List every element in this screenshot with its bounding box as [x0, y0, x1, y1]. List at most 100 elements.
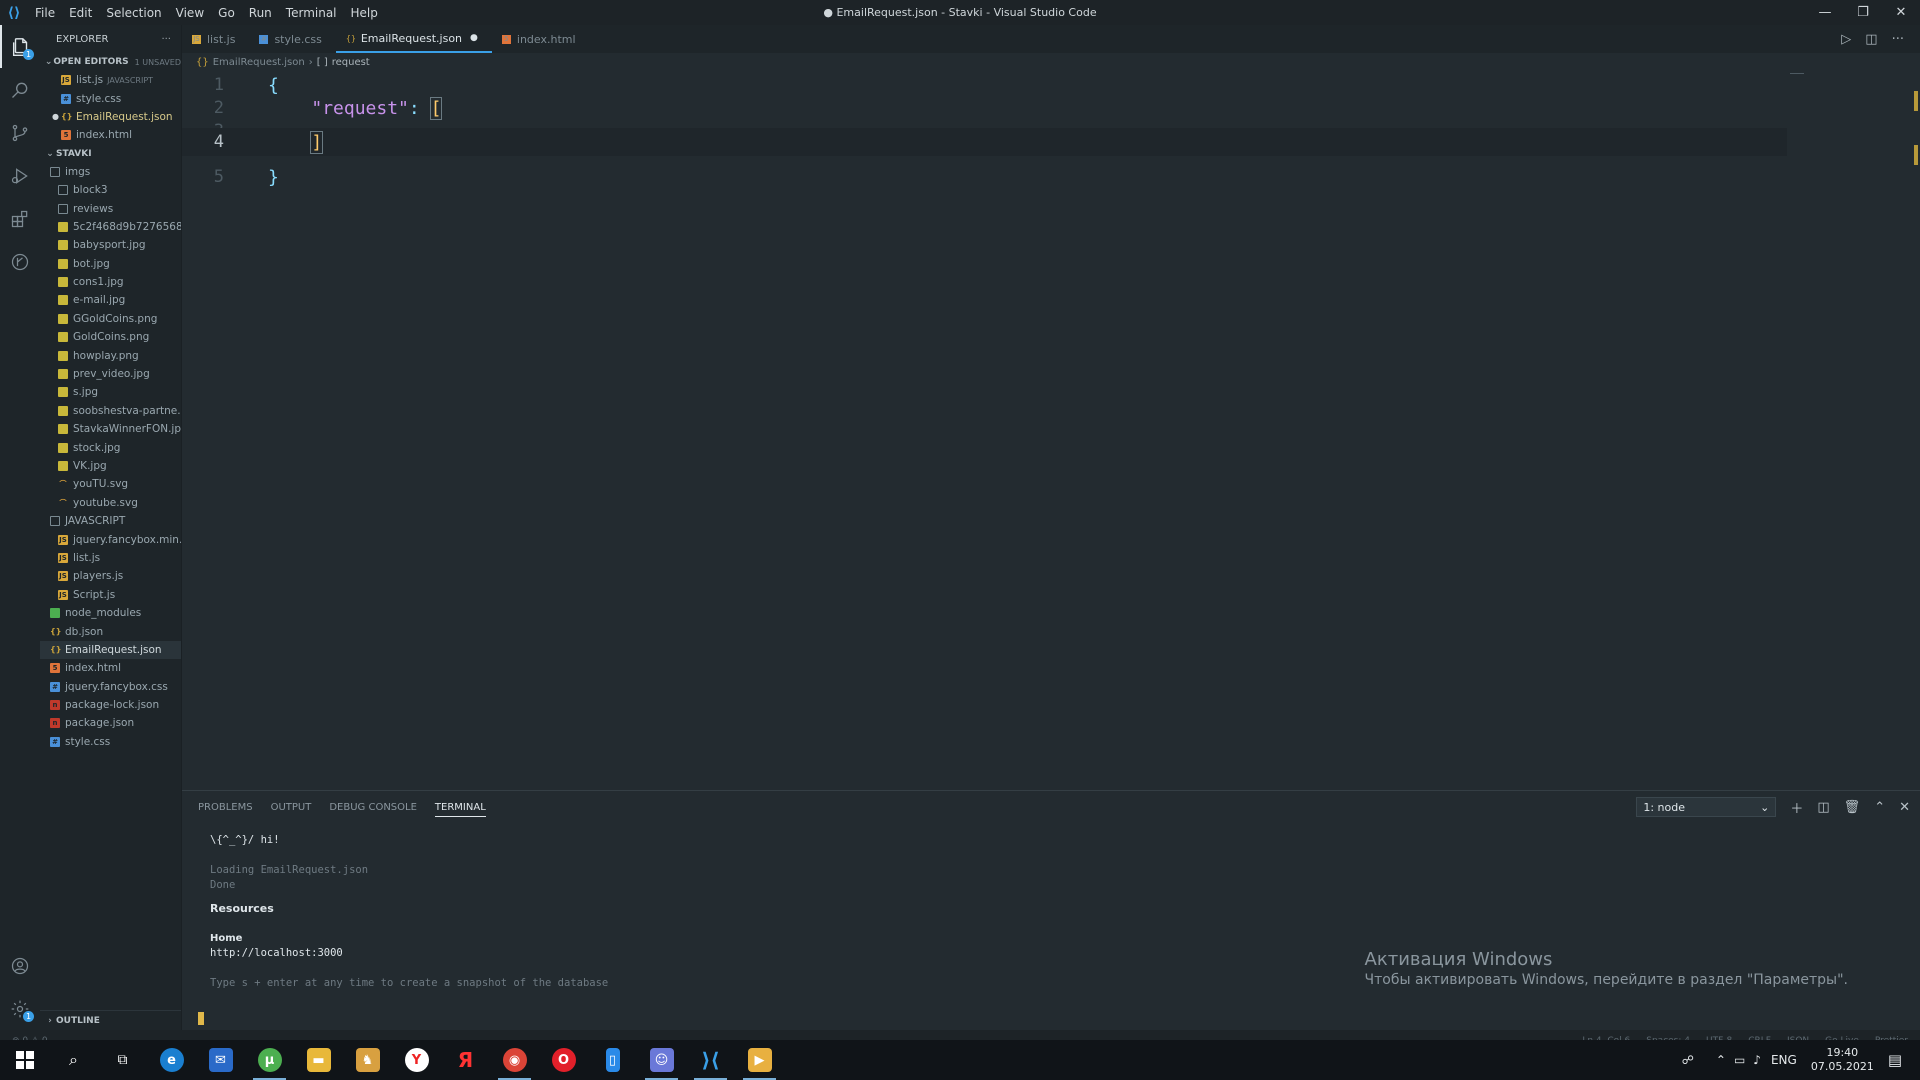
discord-icon[interactable]: ☺: [637, 1040, 686, 1080]
file-tree-item[interactable]: 5 index.html: [40, 659, 181, 677]
file-tree-item[interactable]: JS Script.js: [40, 586, 181, 604]
file-tree-item[interactable]: node_modules: [40, 604, 181, 622]
run-icon[interactable]: ▷: [1841, 32, 1851, 47]
network-icon[interactable]: ▭: [1734, 1053, 1745, 1067]
minimap[interactable]: [1790, 71, 1900, 81]
yandex-browser-icon[interactable]: Я: [441, 1040, 490, 1080]
search-icon[interactable]: [0, 68, 40, 111]
extensions-icon[interactable]: [0, 197, 40, 240]
file-tree-item[interactable]: soobshestva-partne...: [40, 402, 181, 420]
file-tree-item[interactable]: n package-lock.json: [40, 696, 181, 714]
trash-icon[interactable]: 🗑: [1844, 800, 1861, 815]
file-tree-item[interactable]: GoldCoins.png: [40, 328, 181, 346]
tab-debug-console[interactable]: DEBUG CONSOLE: [329, 802, 417, 813]
file-tree-item[interactable]: GGoldCoins.png: [40, 310, 181, 328]
menu-run[interactable]: Run: [242, 6, 279, 20]
task-view-icon[interactable]: ⧉: [98, 1040, 147, 1080]
file-tree-item[interactable]: n package.json: [40, 714, 181, 732]
file-tree-item[interactable]: JS jquery.fancybox.min.js: [40, 530, 181, 548]
open-editor-item[interactable]: ●{} EmailRequest.json: [40, 108, 181, 126]
run-debug-icon[interactable]: [0, 154, 40, 197]
menu-terminal[interactable]: Terminal: [279, 6, 344, 20]
file-tree-item[interactable]: cons1.jpg: [40, 273, 181, 291]
file-tree-item[interactable]: block3: [40, 181, 181, 199]
outline-header[interactable]: › OUTLINE: [40, 1011, 181, 1030]
file-tree-item[interactable]: reviews: [40, 199, 181, 217]
mail-icon[interactable]: ✉: [196, 1040, 245, 1080]
editor-tab[interactable]: JS list.js: [182, 25, 249, 53]
open-editors-header[interactable]: ⌄ OPEN EDITORS 1 UNSAVED: [40, 53, 181, 71]
menu-go[interactable]: Go: [211, 6, 242, 20]
more-actions-icon[interactable]: ···: [1892, 32, 1904, 47]
tab-terminal[interactable]: TERMINAL: [434, 798, 486, 817]
menu-edit[interactable]: Edit: [62, 6, 99, 20]
search-icon[interactable]: ⌕: [49, 1040, 98, 1080]
file-tree-item[interactable]: {} EmailRequest.json: [40, 640, 181, 660]
file-tree-item[interactable]: prev_video.jpg: [40, 365, 181, 383]
settings-gear-icon[interactable]: 1: [0, 987, 40, 1030]
source-control-icon[interactable]: [0, 111, 40, 154]
file-tree-item[interactable]: JAVASCRIPT: [40, 512, 181, 530]
opera-icon[interactable]: O: [539, 1040, 588, 1080]
file-tree-item[interactable]: stock.jpg: [40, 438, 181, 456]
file-tree-item[interactable]: JS list.js: [40, 549, 181, 567]
chrome-icon[interactable]: ◉: [490, 1040, 539, 1080]
editor-tab[interactable]: 5 index.html: [492, 25, 590, 53]
file-tree-item[interactable]: imgs: [40, 163, 181, 181]
outline-section[interactable]: › OUTLINE: [40, 1010, 181, 1030]
file-tree-item[interactable]: # jquery.fancybox.css: [40, 678, 181, 696]
file-tree-item[interactable]: ⌒ youtube.svg: [40, 494, 181, 512]
minimize-icon[interactable]: —: [1806, 0, 1844, 25]
account-icon[interactable]: [0, 944, 40, 987]
open-editor-item[interactable]: JS list.js JAVASCRIPT: [40, 71, 181, 89]
people-icon[interactable]: ☍: [1682, 1053, 1694, 1067]
split-editor-icon[interactable]: ◫: [1865, 32, 1877, 47]
chevron-up-icon[interactable]: ⌃: [1716, 1053, 1726, 1067]
vscode-taskbar-icon[interactable]: ⟩⟨: [686, 1040, 735, 1080]
clock[interactable]: 19:40 07.05.2021: [1811, 1046, 1874, 1074]
project-header[interactable]: ⌄ STAVKI: [40, 145, 181, 163]
file-tree-item[interactable]: VK.jpg: [40, 457, 181, 475]
volume-icon[interactable]: ♪: [1753, 1053, 1761, 1067]
explorer-icon[interactable]: 1: [0, 25, 40, 68]
file-tree-item[interactable]: ⌒ youTU.svg: [40, 475, 181, 493]
terminal-home-url[interactable]: http://localhost:3000: [210, 946, 608, 961]
edge-browser-icon[interactable]: e: [147, 1040, 196, 1080]
file-tree-item[interactable]: howplay.png: [40, 346, 181, 364]
more-actions-icon[interactable]: ···: [161, 34, 171, 45]
windows-start-icon[interactable]: [0, 1040, 49, 1080]
file-explorer-icon[interactable]: ▬: [294, 1040, 343, 1080]
file-tree-item[interactable]: e-mail.jpg: [40, 291, 181, 309]
file-tree-item[interactable]: StavkaWinnerFON.jpg: [40, 420, 181, 438]
yandex-icon[interactable]: Y: [392, 1040, 441, 1080]
open-editor-item[interactable]: 5 index.html: [40, 126, 181, 144]
tab-problems[interactable]: PROBLEMS: [198, 802, 253, 813]
menu-selection[interactable]: Selection: [99, 6, 168, 20]
phone-app-icon[interactable]: ▯: [588, 1040, 637, 1080]
maximize-panel-icon[interactable]: ⌃: [1874, 800, 1885, 815]
editor-tab[interactable]: {} EmailRequest.json ●: [335, 25, 492, 53]
file-tree-item[interactable]: JS players.js: [40, 567, 181, 585]
restore-icon[interactable]: ❐: [1844, 0, 1882, 25]
open-editor-item[interactable]: # style.css: [40, 89, 181, 107]
menu-help[interactable]: Help: [344, 6, 385, 20]
menu-file[interactable]: File: [28, 6, 62, 20]
file-tree-item[interactable]: babysport.jpg: [40, 236, 181, 254]
utorrent-icon[interactable]: µ: [245, 1040, 294, 1080]
terminal-select[interactable]: 1: node ⌄: [1636, 797, 1777, 817]
close-panel-icon[interactable]: ✕: [1899, 800, 1910, 815]
file-tree-item[interactable]: s.jpg: [40, 383, 181, 401]
file-tree-item[interactable]: bot.jpg: [40, 255, 181, 273]
code-editor[interactable]: 1 { 2 "request": [ 3 4 ] 5 }: [182, 71, 1920, 790]
file-tree-item[interactable]: # style.css: [40, 733, 181, 751]
file-tree-item[interactable]: 5c2f468d9b7276568...: [40, 218, 181, 236]
terminal-output[interactable]: \{^_^}/ hi! Loading EmailRequest.json Do…: [210, 833, 608, 991]
timeline-icon[interactable]: [0, 240, 40, 283]
menu-view[interactable]: View: [169, 6, 211, 20]
file-tree-item[interactable]: {} db.json: [40, 622, 181, 640]
notifications-icon[interactable]: ▤: [1888, 1051, 1902, 1069]
unsaved-dot-icon[interactable]: ●: [470, 33, 478, 43]
game-app-icon[interactable]: ♞: [343, 1040, 392, 1080]
breadcrumb-file[interactable]: EmailRequest.json: [213, 57, 305, 68]
editor-tab[interactable]: # style.css: [249, 25, 335, 53]
